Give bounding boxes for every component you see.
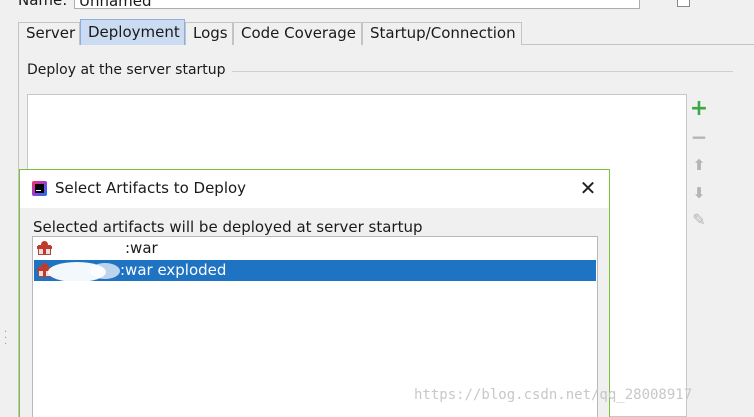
artifact-label: :war exploded [120, 261, 227, 279]
edit-icon[interactable]: ✎ [688, 209, 710, 231]
dialog-titlebar[interactable]: Select Artifacts to Deploy ✕ [20, 170, 609, 208]
remove-icon[interactable]: − [688, 126, 710, 148]
tab-code-coverage[interactable]: Code Coverage [233, 22, 362, 45]
tab-deployment[interactable]: Deployment [80, 19, 185, 45]
resize-grip[interactable]: · · · [4, 328, 7, 350]
tab-startup-connection[interactable]: Startup/Connection [362, 22, 522, 45]
dialog-subtitle: Selected artifacts will be deployed at s… [33, 218, 423, 236]
redaction-blur [90, 263, 120, 279]
move-down-icon[interactable]: ⬇ [688, 182, 710, 204]
intellij-app-icon [32, 181, 47, 196]
artifact-gift-icon [37, 241, 52, 256]
move-up-icon[interactable]: ⬆ [688, 154, 710, 176]
deploy-group-title: Deploy at the server startup [27, 62, 232, 78]
close-icon[interactable]: ✕ [576, 176, 600, 200]
tab-server[interactable]: Server [18, 22, 80, 45]
tab-logs[interactable]: Logs [185, 22, 233, 45]
dialog-body: Selected artifacts will be deployed at s… [20, 208, 609, 417]
add-icon[interactable]: + [688, 98, 710, 120]
watermark: https://blog.csdn.net/qq_28008917 [414, 387, 693, 403]
dialog-title: Select Artifacts to Deploy [55, 179, 247, 197]
artifact-label: :war [125, 239, 158, 257]
group-separator [212, 71, 733, 72]
name-label: Name: [18, 0, 68, 9]
artifact-row-war[interactable]: :war [34, 238, 596, 259]
select-artifacts-dialog: Select Artifacts to Deploy ✕ Selected ar… [19, 169, 610, 417]
artifact-row-war-exploded[interactable]: :war exploded [34, 260, 596, 282]
share-checkbox[interactable] [677, 0, 690, 7]
name-input[interactable]: Unnamed [74, 0, 640, 9]
